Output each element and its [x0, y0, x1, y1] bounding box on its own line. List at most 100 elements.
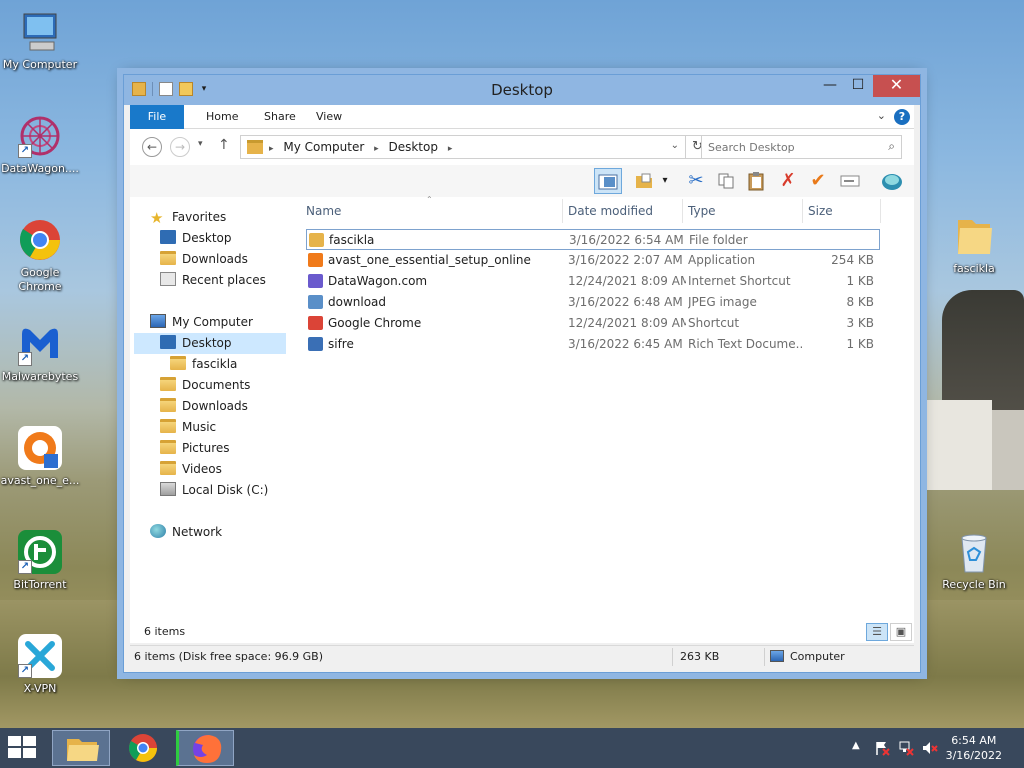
- nav-item-videos[interactable]: Videos: [160, 459, 222, 480]
- desktop-icon-label: Recycle Bin: [942, 578, 1006, 591]
- search-box[interactable]: ⌕: [701, 135, 902, 159]
- file-row[interactable]: Google Chrome 12/24/2021 8:09 AM Shortcut 3…: [306, 313, 880, 334]
- nav-label: Recent places: [182, 273, 266, 287]
- properties-chevron-icon[interactable]: ▾: [658, 168, 672, 194]
- nav-item-recent-places[interactable]: Recent places: [160, 270, 266, 291]
- back-button[interactable]: ←: [142, 137, 162, 157]
- column-header-size[interactable]: Size: [808, 197, 833, 225]
- taskbar-file-explorer[interactable]: [52, 730, 110, 766]
- file-size: 3 KB: [846, 316, 874, 330]
- large-icons-view-button[interactable]: ▣: [890, 623, 912, 641]
- avast-icon: [308, 253, 323, 267]
- nav-label: Favorites: [172, 210, 227, 224]
- tab-file[interactable]: File: [130, 105, 184, 129]
- column-separator[interactable]: [682, 199, 683, 223]
- address-input[interactable]: ▸ My Computer ▸ Desktop ▸ ⌄: [240, 135, 686, 159]
- taskbar-firefox[interactable]: [176, 730, 234, 766]
- nav-label: Downloads: [182, 399, 248, 413]
- nav-network[interactable]: Network: [150, 522, 222, 543]
- nav-item-downloads[interactable]: Downloads: [160, 249, 248, 270]
- desktop-icon-google-chrome[interactable]: Google Chrome: [0, 216, 80, 294]
- tab-share[interactable]: Share: [250, 105, 310, 129]
- nav-item-documents[interactable]: Documents: [160, 375, 250, 396]
- title-bar[interactable]: Desktop ▾ — ☐ ✕: [124, 75, 920, 105]
- desktop-icon-x-vpn[interactable]: ↗ X-VPN: [0, 632, 80, 696]
- column-header-date-modified[interactable]: Date modified: [568, 197, 653, 225]
- start-button[interactable]: [8, 736, 38, 760]
- cut-icon[interactable]: ✂: [682, 168, 710, 194]
- breadcrumb-my-computer[interactable]: My Computer: [283, 140, 364, 154]
- desktop-icon-my-computer[interactable]: My Computer: [0, 8, 80, 72]
- status-bar: 6 items (Disk free space: 96.9 GB) 263 K…: [130, 645, 914, 667]
- tab-view[interactable]: View: [302, 105, 356, 129]
- desktop-icon-malwarebytes[interactable]: ↗ Malwarebytes: [0, 320, 80, 384]
- chevron-right-icon[interactable]: ▸: [448, 144, 453, 154]
- nav-item-desktop-selected[interactable]: Desktop: [134, 333, 286, 354]
- file-row[interactable]: avast_one_essential_setup_online 3/16/202…: [306, 250, 880, 271]
- network-globe-icon[interactable]: [878, 168, 906, 194]
- checkmark-icon[interactable]: ✔: [804, 168, 832, 194]
- copy-icon[interactable]: [712, 168, 740, 194]
- help-icon[interactable]: ?: [894, 109, 910, 125]
- maximize-button[interactable]: ☐: [844, 75, 872, 97]
- paste-icon[interactable]: [742, 168, 770, 194]
- chevron-right-icon[interactable]: ▸: [374, 144, 379, 154]
- action-center-flag-icon[interactable]: [874, 740, 890, 759]
- file-row[interactable]: DataWagon.com 12/24/2021 8:09 AM Internet …: [306, 271, 880, 292]
- delete-icon[interactable]: ✗: [774, 168, 802, 194]
- search-input[interactable]: [708, 139, 873, 155]
- column-header-type[interactable]: Type: [688, 197, 716, 225]
- column-separator[interactable]: [880, 199, 881, 223]
- nav-label: Music: [182, 420, 217, 434]
- properties-note-icon[interactable]: [630, 168, 658, 194]
- system-clock[interactable]: 6:54 AM 3/16/2022: [946, 733, 1002, 763]
- nav-my-computer[interactable]: My Computer: [150, 312, 253, 333]
- volume-muted-icon[interactable]: [922, 740, 938, 759]
- customize-chevron-icon[interactable]: ▾: [199, 82, 209, 96]
- chevron-right-icon[interactable]: ▸: [269, 144, 274, 154]
- desktop-icon-bittorrent[interactable]: ↗ BitTorrent: [0, 528, 80, 592]
- up-arrow-icon[interactable]: ↑: [218, 137, 230, 153]
- desktop-icon-avast[interactable]: avast_one_e...: [0, 424, 80, 488]
- expand-ribbon-chevron-icon[interactable]: ⌄: [877, 109, 886, 122]
- desktop-icon-datawagon[interactable]: ↗ DataWagon....: [0, 112, 80, 176]
- preview-pane-button[interactable]: [594, 168, 622, 194]
- file-row[interactable]: sifre 3/16/2022 6:45 AM Rich Text Docume..…: [306, 334, 880, 355]
- column-separator[interactable]: [802, 199, 803, 223]
- minimize-button[interactable]: —: [816, 75, 844, 97]
- close-button[interactable]: ✕: [873, 75, 920, 97]
- tab-home[interactable]: Home: [192, 105, 252, 129]
- nav-item-local-disk[interactable]: Local Disk (C:): [160, 480, 268, 501]
- forward-button[interactable]: →: [170, 137, 190, 157]
- recent-places-icon: [160, 272, 176, 286]
- file-row[interactable]: download 3/16/2022 6:48 AM JPEG image 8 KB: [306, 292, 880, 313]
- folder-icon: [170, 356, 186, 370]
- nav-item-music[interactable]: Music: [160, 417, 216, 438]
- music-folder-icon: [160, 419, 176, 433]
- folder-properties-icon[interactable]: [132, 82, 146, 96]
- nav-item-pictures[interactable]: Pictures: [160, 438, 230, 459]
- breadcrumb-desktop[interactable]: Desktop: [388, 140, 438, 154]
- nav-item-downloads-2[interactable]: Downloads: [160, 396, 248, 417]
- details-view-button[interactable]: ☰: [866, 623, 888, 641]
- column-header-name[interactable]: Name: [306, 197, 341, 225]
- nav-item-fascikla[interactable]: fascikla: [170, 354, 237, 375]
- desktop-icon-recycle-bin[interactable]: Recycle Bin: [934, 528, 1014, 592]
- network-icon: [150, 524, 166, 538]
- column-separator[interactable]: [562, 199, 563, 223]
- rename-icon[interactable]: [836, 168, 864, 194]
- properties-icon[interactable]: [159, 82, 173, 96]
- network-tray-icon[interactable]: [898, 740, 914, 759]
- nav-favorites[interactable]: ★ Favorites: [150, 207, 226, 228]
- file-row[interactable]: fascikla 3/16/2022 6:54 AM File folder: [306, 229, 880, 250]
- show-hidden-icons-chevron-icon[interactable]: ▲: [852, 740, 860, 751]
- folder-icon: [950, 212, 998, 260]
- taskbar-chrome[interactable]: [114, 730, 172, 766]
- recent-locations-chevron-icon[interactable]: ▾: [198, 139, 203, 149]
- nav-item-desktop[interactable]: Desktop: [160, 228, 232, 249]
- address-dropdown-chevron-icon[interactable]: ⌄: [671, 140, 679, 151]
- new-folder-icon[interactable]: [179, 82, 193, 96]
- desktop-icon-label: My Computer: [2, 58, 78, 71]
- breadcrumb: ▸ My Computer ▸ Desktop ▸: [269, 136, 452, 160]
- desktop-icon-fascikla[interactable]: fascikla: [934, 212, 1014, 276]
